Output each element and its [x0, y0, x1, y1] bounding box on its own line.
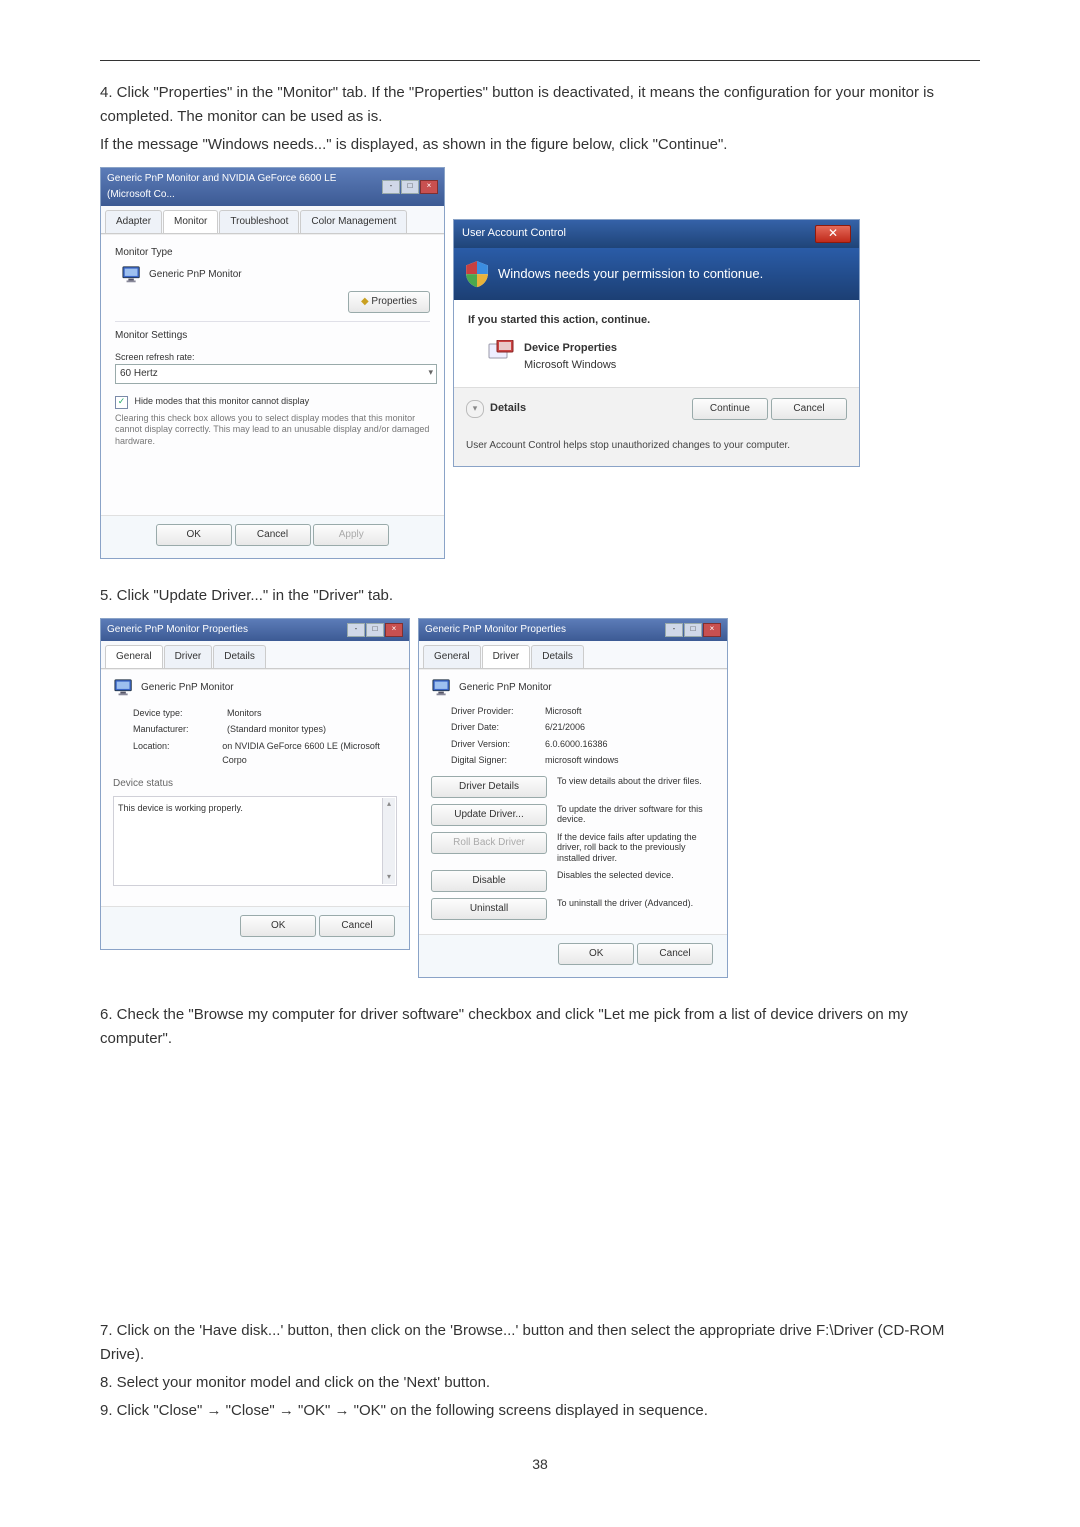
hide-modes-label: Hide modes that this monitor cannot disp… — [135, 396, 310, 406]
manufacturer-value: (Standard monitor types) — [227, 722, 326, 736]
step-7-text: 7. Click on the 'Have disk...' button, t… — [100, 1319, 980, 1367]
location-value: on NVIDIA GeForce 6600 LE (Microsoft Cor… — [222, 739, 397, 768]
scrollbar[interactable]: ▴▾ — [382, 798, 395, 884]
uac-footer-text: User Account Control helps stop unauthor… — [454, 430, 859, 466]
tab-color-management[interactable]: Color Management — [300, 210, 407, 233]
uninstall-button[interactable]: Uninstall — [431, 898, 547, 920]
monitor-properties-dialog: Generic PnP Monitor and NVIDIA GeForce 6… — [100, 167, 445, 559]
uac-dialog: User Account Control ✕ Windows needs you… — [453, 219, 860, 467]
uac-started-text: If you started this action, continue. — [468, 312, 845, 330]
driver-date-value: 6/21/2006 — [545, 720, 585, 734]
tab-troubleshoot[interactable]: Troubleshoot — [219, 210, 299, 233]
monitor-icon — [113, 678, 135, 698]
cancel-button[interactable]: Cancel — [771, 398, 847, 420]
cancel-button[interactable]: Cancel — [235, 524, 311, 546]
tab-driver[interactable]: Driver — [482, 645, 531, 668]
maximize-icon[interactable]: □ — [401, 180, 419, 194]
driver-date-key: Driver Date: — [451, 720, 539, 734]
device-properties-driver-dialog: Generic PnP Monitor Properties - □ × Gen… — [418, 618, 728, 978]
manufacturer-key: Manufacturer: — [133, 722, 221, 736]
chevron-down-icon[interactable]: ▾ — [466, 400, 484, 418]
driver-provider-value: Microsoft — [545, 704, 582, 718]
tabs: Adapter Monitor Troubleshoot Color Manag… — [101, 206, 444, 234]
uac-banner-text: Windows needs your permission to contion… — [498, 264, 763, 285]
device-name: Generic PnP Monitor — [459, 680, 552, 696]
tab-driver[interactable]: Driver — [164, 645, 213, 668]
close-icon[interactable]: ✕ — [815, 225, 851, 243]
disable-desc: Disables the selected device. — [557, 870, 715, 881]
apply-button[interactable]: Apply — [313, 524, 389, 546]
device-name: Generic PnP Monitor — [141, 680, 234, 696]
continue-button[interactable]: Continue — [692, 398, 768, 420]
disable-button[interactable]: Disable — [431, 870, 547, 892]
uac-title: User Account Control — [462, 225, 566, 243]
tab-general[interactable]: General — [105, 645, 163, 668]
device-status-label: Device status — [113, 776, 397, 792]
cancel-button[interactable]: Cancel — [637, 943, 713, 965]
properties-button[interactable]: ◆ Properties — [348, 291, 430, 313]
monitor-type-value: Generic PnP Monitor — [149, 267, 242, 283]
device-type-key: Device type: — [133, 706, 221, 720]
driver-provider-key: Driver Provider: — [451, 704, 539, 718]
tab-general[interactable]: General — [423, 645, 481, 668]
minimize-icon[interactable]: - — [347, 623, 365, 637]
digital-signer-value: microsoft windows — [545, 753, 619, 767]
step-8-text: 8. Select your monitor model and click o… — [100, 1371, 980, 1395]
hide-modes-description: Clearing this check box allows you to se… — [115, 413, 430, 448]
ok-button[interactable]: OK — [156, 524, 232, 546]
digital-signer-key: Digital Signer: — [451, 753, 539, 767]
window-title: Generic PnP Monitor Properties — [425, 622, 566, 638]
monitor-icon — [431, 678, 453, 698]
step-4-text: 4. Click "Properties" in the "Monitor" t… — [100, 81, 980, 129]
device-properties-general-dialog: Generic PnP Monitor Properties - □ × Gen… — [100, 618, 410, 950]
shield-icon — [464, 260, 490, 288]
driver-details-button[interactable]: Driver Details — [431, 776, 547, 798]
ok-button[interactable]: OK — [558, 943, 634, 965]
titlebar: Generic PnP Monitor and NVIDIA GeForce 6… — [101, 168, 444, 206]
close-icon[interactable]: × — [703, 623, 721, 637]
tab-monitor[interactable]: Monitor — [163, 210, 218, 233]
refresh-rate-label: Screen refresh rate: — [115, 350, 430, 364]
uninstall-desc: To uninstall the driver (Advanced). — [557, 898, 715, 909]
driver-version-key: Driver Version: — [451, 737, 539, 751]
step-9-text: 9. Click "Close" → "Close" → "OK" → "OK"… — [100, 1399, 980, 1423]
rollback-driver-desc: If the device fails after updating the d… — [557, 832, 715, 864]
window-title: Generic PnP Monitor Properties — [107, 622, 248, 638]
step-6-text: 6. Check the "Browse my computer for dri… — [100, 1003, 980, 1051]
update-driver-desc: To update the driver software for this d… — [557, 804, 715, 826]
details-button[interactable]: Details — [490, 400, 526, 418]
minimize-icon[interactable]: - — [665, 623, 683, 637]
cancel-button[interactable]: Cancel — [319, 915, 395, 937]
device-type-value: Monitors — [227, 706, 262, 720]
driver-version-value: 6.0.6000.16386 — [545, 737, 608, 751]
tab-details[interactable]: Details — [213, 645, 266, 668]
ok-button[interactable]: OK — [240, 915, 316, 937]
refresh-rate-select[interactable]: 60 Hertz — [115, 364, 437, 384]
monitor-type-label: Monitor Type — [115, 245, 430, 261]
window-buttons: - □ × — [382, 180, 438, 194]
maximize-icon[interactable]: □ — [684, 623, 702, 637]
monitor-settings-label: Monitor Settings — [115, 321, 430, 344]
monitor-icon — [121, 265, 143, 285]
minimize-icon[interactable]: - — [382, 180, 400, 194]
step-4b-text: If the message "Windows needs..." is dis… — [100, 133, 980, 157]
tab-details[interactable]: Details — [531, 645, 584, 668]
location-key: Location: — [133, 739, 216, 768]
program-name: Device Properties — [524, 340, 617, 358]
rollback-driver-button[interactable]: Roll Back Driver — [431, 832, 547, 854]
program-icon — [488, 340, 514, 362]
program-publisher: Microsoft Windows — [524, 357, 617, 375]
page-number: 38 — [100, 1453, 980, 1475]
update-driver-button[interactable]: Update Driver... — [431, 804, 547, 826]
tab-adapter[interactable]: Adapter — [105, 210, 162, 233]
maximize-icon[interactable]: □ — [366, 623, 384, 637]
driver-details-desc: To view details about the driver files. — [557, 776, 715, 787]
close-icon[interactable]: × — [385, 623, 403, 637]
window-title: Generic PnP Monitor and NVIDIA GeForce 6… — [107, 171, 382, 203]
hide-modes-checkbox[interactable]: ✓ — [115, 396, 128, 409]
close-icon[interactable]: × — [420, 180, 438, 194]
step-5-text: 5. Click "Update Driver..." in the "Driv… — [100, 584, 980, 608]
device-status-box: This device is working properly. ▴▾ — [113, 796, 397, 886]
